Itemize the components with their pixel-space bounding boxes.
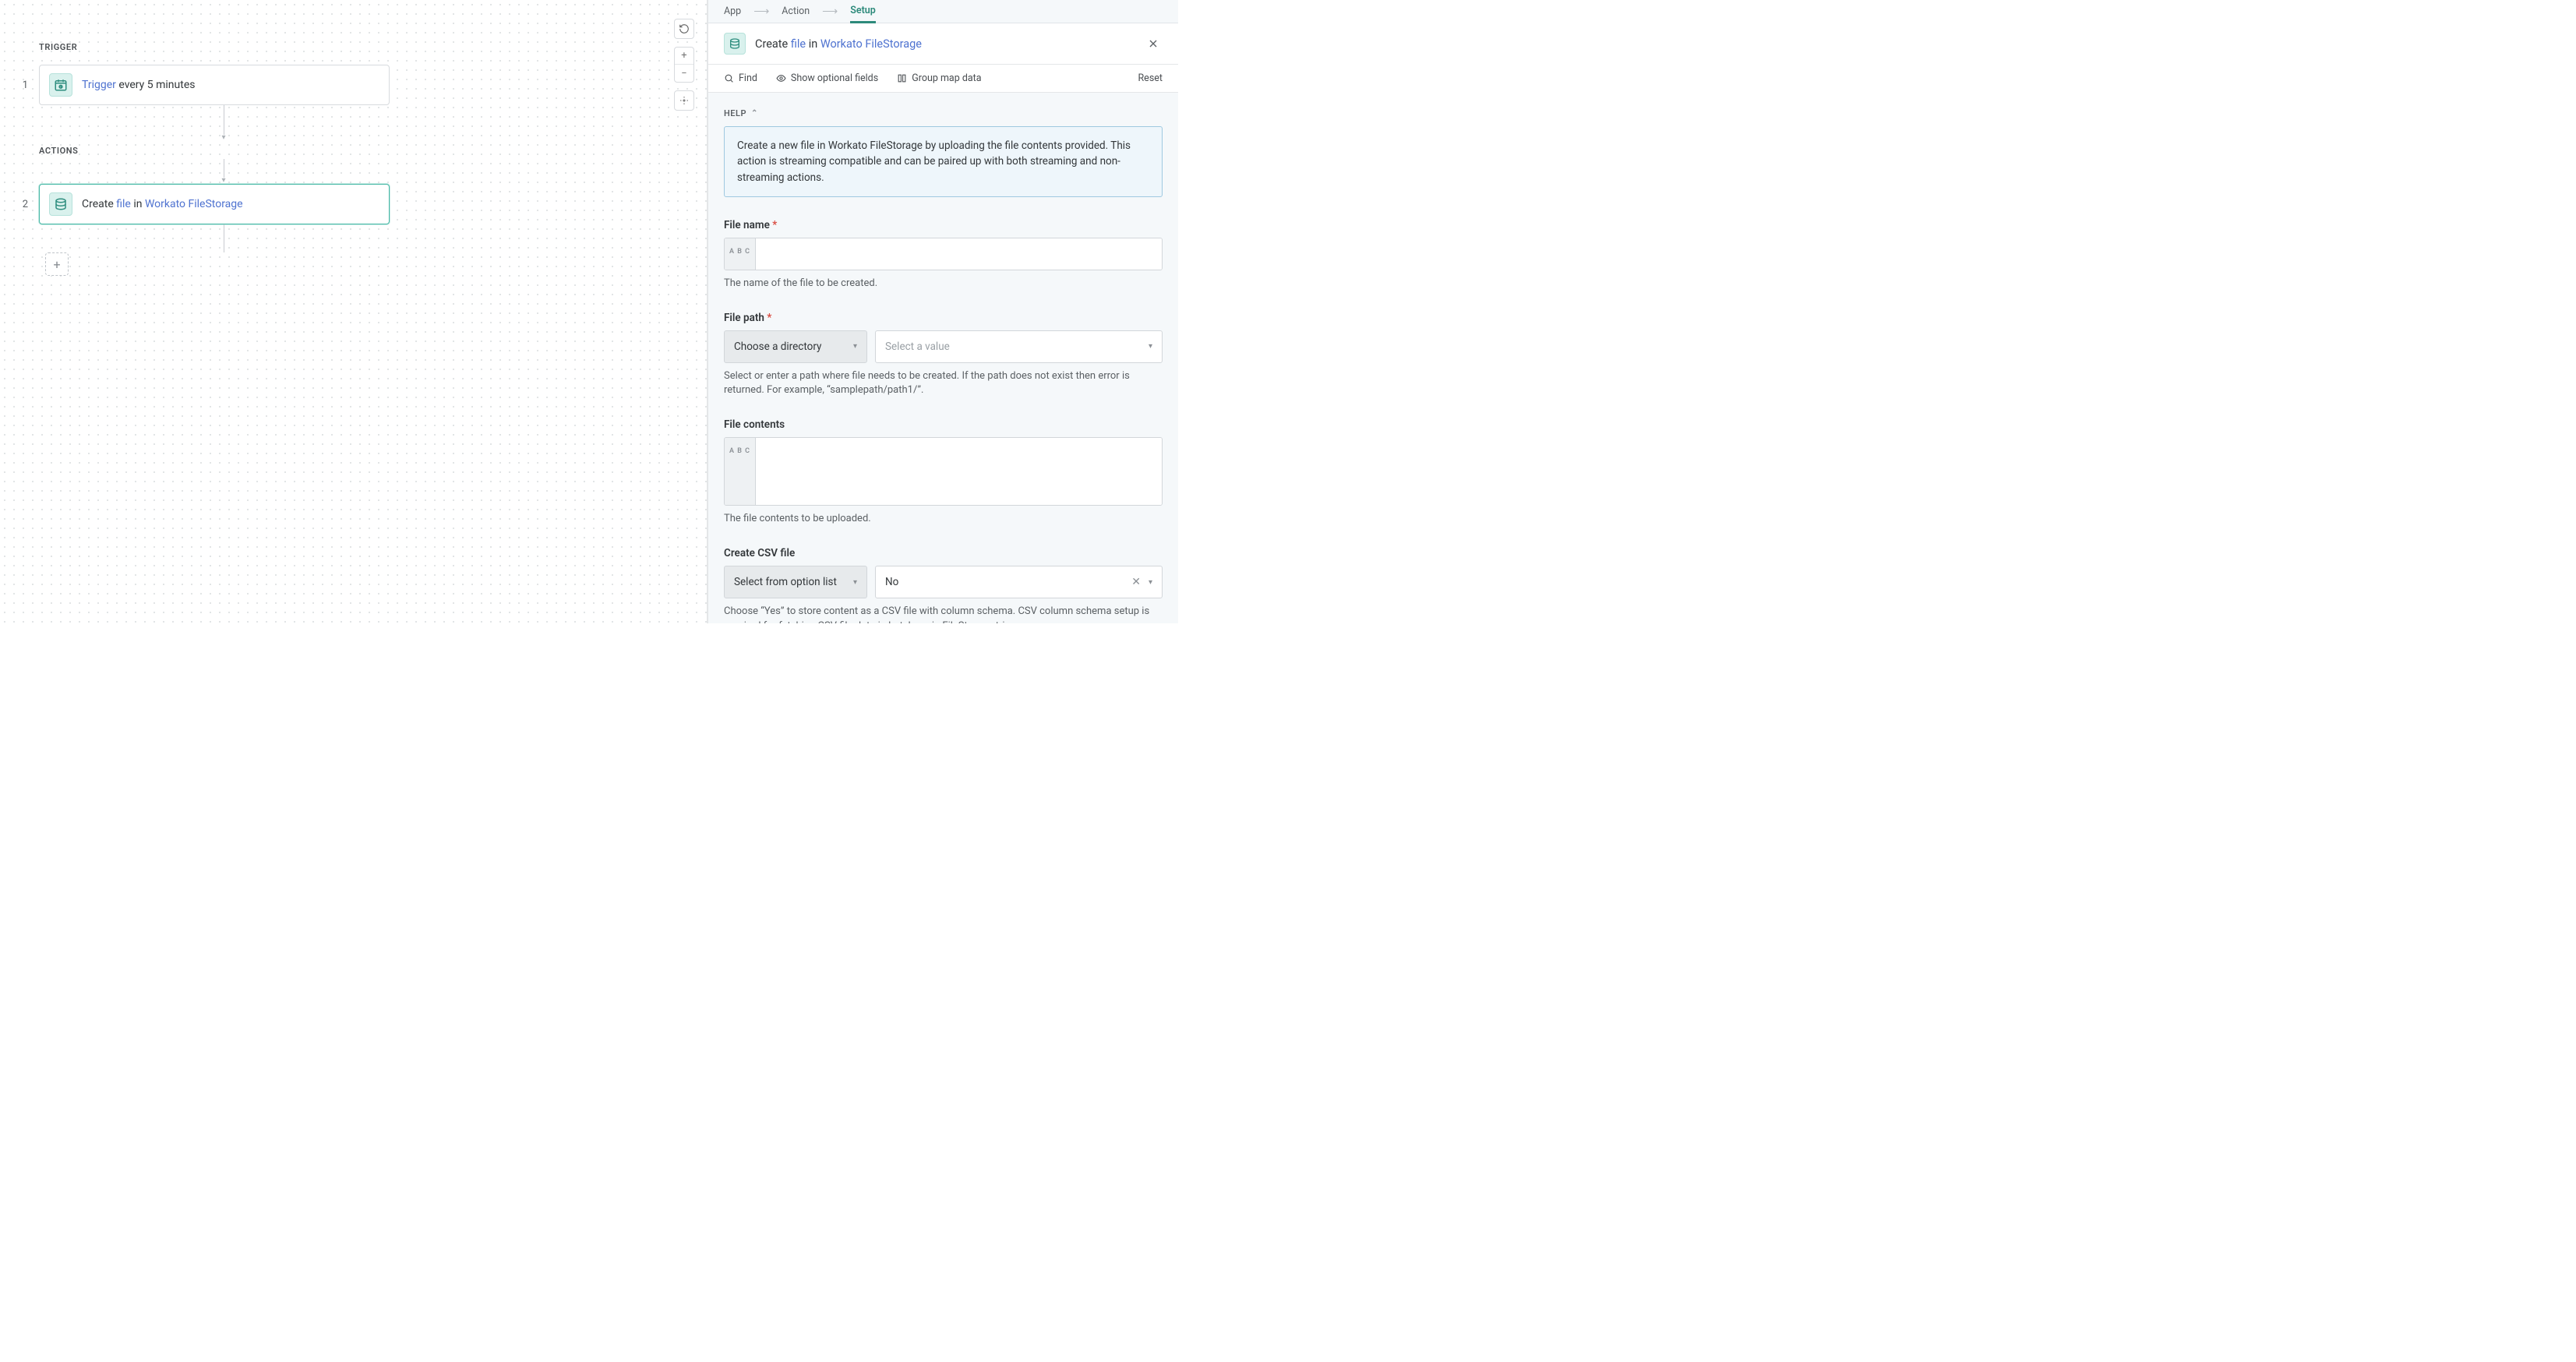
field-create-csv: Create CSV file Select from option list … <box>724 547 1163 623</box>
file-path-help: Select or enter a path where file needs … <box>724 369 1163 399</box>
choose-directory-button[interactable]: Choose a directory ▾ <box>724 330 867 363</box>
field-file-contents: File contents A B C The file contents to… <box>724 418 1163 527</box>
show-optional-button[interactable]: Show optional fields <box>776 72 878 84</box>
zoom-out-button[interactable]: − <box>675 65 693 82</box>
chevron-up-icon: ⌃ <box>751 109 758 118</box>
csv-option-button[interactable]: Select from option list ▾ <box>724 566 867 598</box>
csv-value-select[interactable]: No ✕ ▾ <box>875 566 1163 598</box>
crumb-action[interactable]: Action <box>782 1 810 22</box>
panel-title: Create file in Workato FileStorage <box>755 37 922 51</box>
reset-button[interactable]: Reset <box>1138 72 1163 84</box>
filestorage-icon <box>49 192 72 216</box>
crumb-app[interactable]: App <box>724 1 741 22</box>
file-contents-label: File contents <box>724 418 1163 431</box>
field-file-name: File name * A B C The name of the file t… <box>724 219 1163 291</box>
actions-section-label: ACTIONS <box>39 146 390 156</box>
group-map-button[interactable]: Group map data <box>897 72 981 84</box>
file-path-label: File path * <box>724 312 1163 324</box>
type-badge-text: A B C <box>725 238 756 270</box>
find-button[interactable]: Find <box>724 72 757 84</box>
step-row-1: 1 Trigger every 5 minutes <box>17 65 390 105</box>
file-name-input-wrap: A B C <box>724 238 1163 270</box>
add-step-button[interactable]: + <box>45 252 69 276</box>
panel-header: Create file in Workato FileStorage <box>708 23 1178 65</box>
file-contents-input[interactable] <box>756 438 1162 505</box>
breadcrumb: App ⟶ Action ⟶ Setup <box>708 0 1178 23</box>
zoom-group: + − <box>674 47 694 83</box>
chevron-right-icon: ⟶ <box>753 5 769 18</box>
file-name-label: File name * <box>724 219 1163 231</box>
panel-toolbar: Find Show optional fields Group map data… <box>708 65 1178 93</box>
search-icon <box>724 73 734 83</box>
action-step-text: Create file in Workato FileStorage <box>82 198 243 210</box>
config-panel: App ⟶ Action ⟶ Setup Create file in Work… <box>708 0 1178 623</box>
workflow-canvas[interactable]: + − TRIGGER 1 Trigger every 5 minutes ▾ … <box>0 0 708 623</box>
create-csv-help: Choose “Yes” to store content as a CSV f… <box>724 605 1163 623</box>
close-button[interactable] <box>1144 34 1163 53</box>
chevron-right-icon: ⟶ <box>822 5 838 18</box>
file-contents-input-wrap: A B C <box>724 437 1163 506</box>
chevron-down-icon: ▾ <box>853 342 857 351</box>
connector-3 <box>58 224 390 252</box>
columns-icon <box>897 73 907 83</box>
chevron-down-icon: ▾ <box>853 578 857 587</box>
trigger-step-card[interactable]: Trigger every 5 minutes <box>39 65 390 105</box>
fit-button[interactable] <box>674 90 694 111</box>
flow-column: TRIGGER 1 Trigger every 5 minutes ▾ ACTI… <box>0 0 390 276</box>
scheduler-icon <box>49 73 72 97</box>
field-file-path: File path * Choose a directory ▾ Select … <box>724 312 1163 399</box>
zoom-in-button[interactable]: + <box>675 48 693 65</box>
file-name-input[interactable] <box>756 238 1162 270</box>
canvas-tools: + − <box>674 19 694 111</box>
type-badge-text: A B C <box>725 438 756 505</box>
step-number: 2 <box>17 199 28 210</box>
trigger-link: Trigger <box>82 79 118 91</box>
crumb-setup[interactable]: Setup <box>850 0 876 23</box>
clear-icon[interactable]: ✕ <box>1131 576 1141 588</box>
help-text: Create a new file in Workato FileStorage… <box>724 126 1163 197</box>
create-csv-label: Create CSV file <box>724 547 1163 559</box>
setup-form: HELP ⌃ Create a new file in Workato File… <box>708 93 1178 623</box>
eye-icon <box>776 73 786 83</box>
step-row-2: 2 Create file in Workato FileStorage <box>17 184 390 224</box>
step-number: 1 <box>17 79 28 91</box>
help-toggle[interactable]: HELP ⌃ <box>724 108 1163 118</box>
file-contents-help: The file contents to be uploaded. <box>724 512 1163 527</box>
undo-button[interactable] <box>674 19 694 39</box>
filestorage-icon <box>724 33 746 55</box>
trigger-section-label: TRIGGER <box>39 42 390 52</box>
file-name-help: The name of the file to be created. <box>724 277 1163 291</box>
connector-1: ▾ <box>58 105 390 141</box>
action-step-card[interactable]: Create file in Workato FileStorage <box>39 184 390 224</box>
trigger-step-text: Trigger every 5 minutes <box>82 79 195 91</box>
chevron-down-icon: ▾ <box>1149 342 1152 351</box>
file-path-select[interactable]: Select a value ▾ <box>875 330 1163 363</box>
connector-2: ▾ <box>58 159 390 184</box>
chevron-down-icon: ▾ <box>1149 578 1152 587</box>
